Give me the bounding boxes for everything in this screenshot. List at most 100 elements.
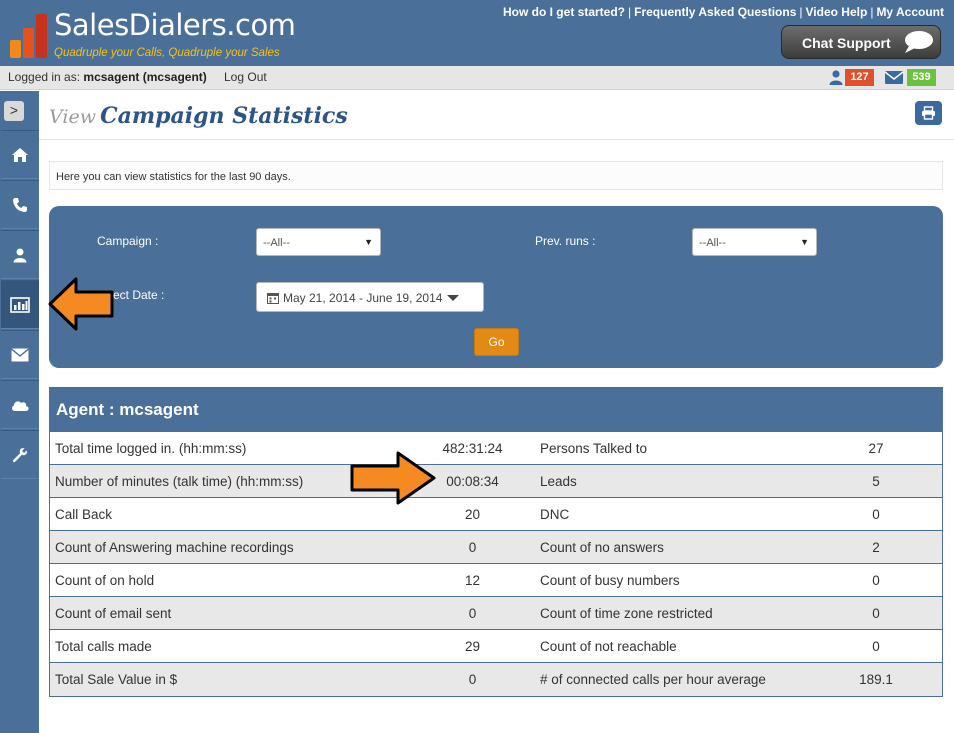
agent-heading: Agent : mcsagent	[50, 388, 942, 431]
top-links: How do I get started? | Frequently Asked Q…	[502, 5, 944, 19]
prev-runs-label: Prev. runs :	[535, 234, 596, 248]
stat-label: Count of busy numbers	[535, 563, 810, 597]
stat-value: 29	[410, 629, 535, 663]
cloud-icon	[12, 400, 29, 411]
stat-value: 27	[810, 431, 942, 465]
filter-panel: Campaign : --All-- ▼ Prev. runs : --All-…	[49, 206, 943, 368]
link-my-account[interactable]: My Account	[876, 5, 944, 19]
mail-count-badge[interactable]: 539	[907, 69, 936, 86]
stat-label: Count of no answers	[535, 530, 810, 564]
envelope-icon	[11, 347, 29, 361]
stat-label: Count of not reachable	[535, 629, 810, 663]
table-row: Count of Answering machine recordings 0 …	[50, 530, 942, 564]
top-header: SalesDialers.com Quadruple your Calls, Q…	[0, 0, 954, 66]
stat-label: Count of email sent	[50, 596, 410, 630]
table-row: Count of email sent 0 Count of time zone…	[50, 596, 942, 630]
stat-value: 0	[810, 596, 942, 630]
select-date-label: ect Date :	[113, 288, 165, 302]
sidebar-item-calls[interactable]	[1, 180, 39, 229]
sidebar-item-settings[interactable]	[1, 430, 39, 479]
logout-link[interactable]: Log Out	[224, 70, 267, 84]
calendar-icon	[267, 293, 279, 304]
annotation-arrow-right-icon	[350, 451, 436, 505]
stat-label: Count of time zone restricted	[535, 596, 810, 630]
go-button[interactable]: Go	[474, 328, 519, 356]
title-divider	[39, 139, 954, 140]
print-button[interactable]	[915, 101, 942, 125]
sidebar-item-cloud[interactable]	[1, 380, 39, 429]
dropdown-arrow-icon: ▼	[364, 237, 373, 247]
stat-value: 2	[810, 530, 942, 564]
envelope-icon[interactable]	[884, 70, 904, 85]
sidebar-item-messages[interactable]	[1, 330, 39, 379]
stat-value: 0	[410, 530, 535, 564]
brand-name: SalesDialers.com	[54, 8, 296, 42]
home-icon	[12, 147, 28, 162]
login-bar: Logged in as: mcsagent (mcsagent) Log Ou…	[0, 66, 954, 90]
campaign-label: Campaign :	[97, 234, 159, 248]
table-row: Total Sale Value in $ 0 # of connected c…	[50, 662, 942, 696]
user-icon	[13, 248, 27, 262]
sidebar-item-statistics[interactable]	[1, 280, 39, 329]
logo-bars-icon	[10, 12, 50, 58]
stat-value: 0	[810, 497, 942, 531]
annotation-arrow-left-icon	[48, 277, 114, 331]
stat-label: Count of on hold	[50, 563, 410, 597]
stat-label: # of connected calls per hour average	[535, 662, 810, 696]
link-video-help[interactable]: Video Help	[806, 5, 868, 19]
sidebar-item-home[interactable]	[1, 130, 39, 179]
stat-label: DNC	[535, 497, 810, 531]
logged-in-user: mcsagent (mcsagent)	[83, 70, 207, 84]
printer-icon	[922, 106, 935, 120]
campaign-select[interactable]: --All-- ▼	[256, 228, 381, 256]
speech-bubble-icon	[905, 31, 933, 53]
agent-stats-table: Agent : mcsagent Total time logged in. (…	[49, 387, 943, 697]
user-icon[interactable]	[828, 69, 844, 85]
date-range-value: May 21, 2014 - June 19, 2014	[283, 291, 443, 305]
sidebar-item-contacts[interactable]	[1, 230, 39, 279]
brand-logo[interactable]: SalesDialers.com Quadruple your Calls, Q…	[8, 6, 308, 62]
info-message: Here you can view statistics for the las…	[49, 161, 943, 190]
chat-support-button[interactable]: Chat Support	[781, 25, 941, 59]
main-content: View Campaign Statistics Here you can vi…	[39, 91, 954, 733]
stat-label: Leads	[535, 464, 810, 498]
link-faq[interactable]: Frequently Asked Questions	[634, 5, 796, 19]
stat-value: 0	[410, 596, 535, 630]
link-get-started[interactable]: How do I get started?	[503, 5, 625, 19]
sidebar-toggle-button[interactable]: >	[4, 101, 24, 121]
users-count-badge[interactable]: 127	[845, 69, 874, 86]
table-row: Total calls made 29 Count of not reachab…	[50, 629, 942, 663]
stat-value: 5	[810, 464, 942, 498]
page-title: View Campaign Statistics	[49, 103, 348, 129]
notification-badges: 127 539	[828, 68, 938, 87]
table-row: Total time logged in. (hh:mm:ss) 482:31:…	[50, 431, 942, 465]
stat-value: 0	[810, 563, 942, 597]
logged-in-as: Logged in as: mcsagent (mcsagent)	[8, 70, 207, 84]
chart-icon	[10, 296, 30, 313]
table-row: Number of minutes (talk time) (hh:mm:ss)…	[50, 464, 942, 498]
left-sidebar: >	[0, 91, 39, 733]
chat-support-label: Chat Support	[802, 35, 891, 51]
stat-label: Total calls made	[50, 629, 410, 663]
page-title-prefix: View	[49, 106, 96, 128]
stat-value: 12	[410, 563, 535, 597]
stat-value: 0	[810, 629, 942, 663]
wrench-icon	[12, 447, 27, 462]
stat-label: Persons Talked to	[535, 431, 810, 465]
prev-runs-select-value: --All--	[699, 237, 726, 249]
dropdown-arrow-icon: ▼	[800, 237, 809, 247]
stat-value: 189.1	[810, 662, 942, 696]
date-range-picker[interactable]: May 21, 2014 - June 19, 2014	[256, 282, 484, 312]
phone-icon	[13, 197, 27, 212]
prev-runs-select[interactable]: --All-- ▼	[692, 228, 817, 256]
table-row: Count of on hold 12 Count of busy number…	[50, 563, 942, 597]
table-row: Call Back 20 DNC 0	[50, 497, 942, 531]
page-title-text: Campaign Statistics	[100, 103, 348, 129]
logged-in-prefix: Logged in as:	[8, 70, 81, 84]
caret-down-icon	[447, 295, 460, 301]
brand-tagline: Quadruple your Calls, Quadruple your Sal…	[54, 47, 280, 59]
stat-label: Count of Answering machine recordings	[50, 530, 410, 564]
campaign-select-value: --All--	[263, 237, 290, 249]
stat-label: Total Sale Value in $	[50, 662, 410, 696]
stat-value: 0	[410, 662, 535, 696]
